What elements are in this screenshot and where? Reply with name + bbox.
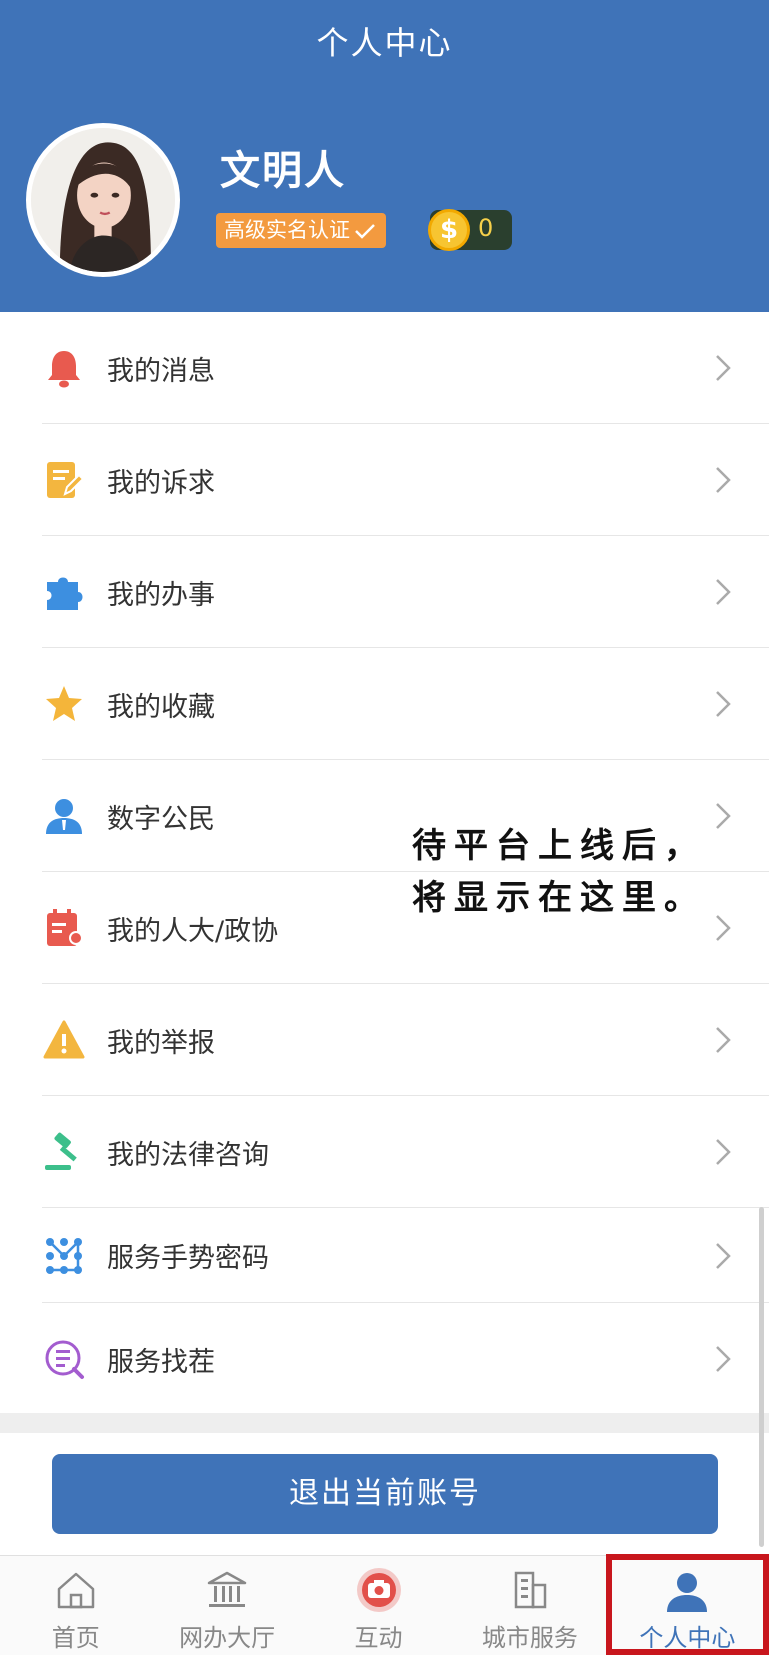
menu-item-label: 数字公民 [107, 803, 215, 835]
tab-label: 网办大厅 [179, 1624, 276, 1652]
chevron-right-icon [716, 579, 731, 605]
check-icon [355, 223, 375, 239]
avatar-portrait-image [31, 128, 175, 272]
chevron-right-icon [716, 803, 731, 829]
tab-personal-center[interactable]: 个人中心 [605, 1554, 769, 1655]
person-icon [663, 1570, 711, 1614]
building-icon [506, 1566, 554, 1614]
menu-item-label: 我的举报 [107, 1027, 215, 1059]
overlay-line: 待平台上线后， [412, 826, 706, 866]
chevron-right-icon [716, 1242, 731, 1269]
gavel-icon [42, 1130, 86, 1174]
logout-button[interactable]: 退出当前账号 [52, 1454, 718, 1534]
tab-service-hall[interactable]: 网办大厅 [151, 1556, 302, 1655]
coin-balance[interactable]: $ 0 [428, 209, 512, 251]
tab-home[interactable]: 首页 [0, 1556, 151, 1655]
overlay-annotation: 待平台上线后， 将显示在这里。 [412, 820, 706, 924]
menu-item-label: 服务找茬 [107, 1346, 215, 1378]
coin-icon: $ [428, 209, 470, 251]
chevron-right-icon [716, 915, 731, 941]
username: 文明人 [220, 148, 346, 194]
menu-item-affairs[interactable]: 我的办事 [0, 536, 769, 648]
menu-item-label: 我的办事 [107, 579, 215, 611]
search-doc-icon [42, 1337, 86, 1381]
scrollbar[interactable] [759, 1207, 764, 1547]
avatar[interactable] [26, 123, 180, 277]
tab-label: 首页 [51, 1624, 100, 1652]
menu-item-label: 我的消息 [107, 355, 215, 387]
hall-icon [203, 1566, 251, 1614]
camera-icon [355, 1566, 403, 1614]
chevron-right-icon [716, 355, 731, 381]
menu-item-label: 我的法律咨询 [107, 1139, 269, 1171]
home-icon [52, 1566, 100, 1614]
edit-note-icon [42, 458, 86, 502]
certification-badge: 高级实名认证 [216, 213, 386, 248]
chevron-right-icon [716, 691, 731, 717]
tab-interact[interactable]: 互动 [303, 1556, 454, 1655]
section-divider [0, 1413, 769, 1433]
puzzle-icon [42, 570, 86, 614]
chevron-right-icon [716, 1346, 731, 1372]
menu-item-service-feedback[interactable]: 服务找茬 [0, 1303, 769, 1415]
tab-label: 个人中心 [639, 1624, 736, 1652]
tab-city-service[interactable]: 城市服务 [454, 1556, 605, 1655]
chevron-right-icon [716, 467, 731, 493]
warning-icon [42, 1018, 86, 1062]
menu-item-label: 我的收藏 [107, 691, 215, 723]
chevron-right-icon [716, 1027, 731, 1053]
certification-label: 高级实名认证 [224, 218, 350, 242]
menu-item-legal-consult[interactable]: 我的法律咨询 [0, 1096, 769, 1208]
menu-item-appeals[interactable]: 我的诉求 [0, 424, 769, 536]
tab-label: 城市服务 [481, 1624, 578, 1652]
gesture-pattern-icon [42, 1234, 86, 1278]
tab-label: 互动 [354, 1624, 403, 1652]
menu-item-label: 服务手势密码 [107, 1243, 269, 1274]
menu-item-gesture-password[interactable]: 服务手势密码 [0, 1208, 769, 1303]
page-title: 个人中心 [316, 24, 453, 62]
star-icon [42, 682, 86, 726]
chevron-right-icon [716, 1139, 731, 1165]
menu-item-report[interactable]: 我的举报 [0, 984, 769, 1096]
bell-icon [42, 346, 86, 390]
bottom-tab-bar: 首页 网办大厅 互动 城市服务 个人中心 [0, 1554, 769, 1655]
menu-item-messages[interactable]: 我的消息 [0, 312, 769, 424]
profile-header: 个人中心 文明人 高级实名认证 $ 0 [0, 0, 769, 312]
menu-item-favorites[interactable]: 我的收藏 [0, 648, 769, 760]
overlay-line: 将显示在这里。 [412, 878, 706, 918]
user-badge-icon [42, 794, 86, 838]
coin-count: 0 [478, 214, 494, 242]
menu-item-label: 我的人大/政协 [107, 915, 279, 947]
calendar-doc-icon [42, 906, 86, 950]
menu-item-label: 我的诉求 [107, 467, 215, 499]
